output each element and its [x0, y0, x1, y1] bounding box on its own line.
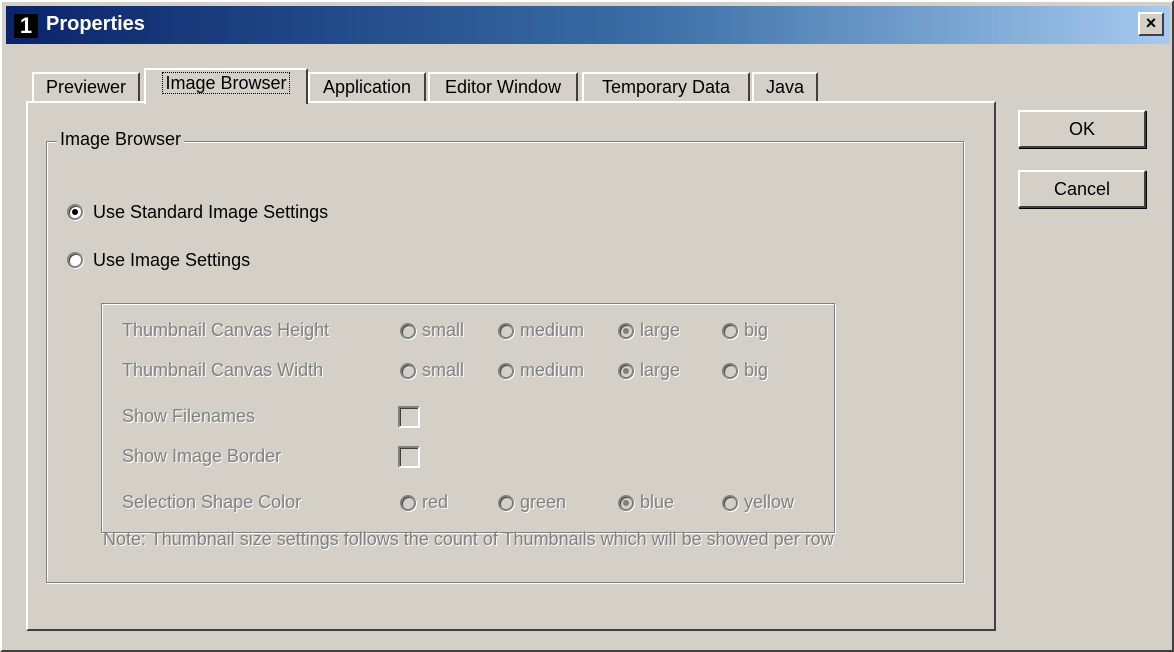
color-blue-radio[interactable]: blue [618, 492, 674, 513]
tab-label: Image Browser [162, 72, 290, 94]
radio-icon[interactable] [498, 322, 514, 339]
radio-icon[interactable] [722, 322, 738, 339]
option-label: medium [520, 320, 585, 340]
tab-label: Previewer [45, 77, 127, 97]
option-label: blue [640, 492, 675, 512]
radio-icon[interactable] [400, 494, 416, 511]
tab-image-browser[interactable]: Image Browser [144, 68, 308, 104]
use-standard-settings-radio[interactable]: Use Standard Image Settings [67, 200, 328, 224]
app-icon: 1 [14, 14, 38, 38]
radio-icon[interactable] [498, 494, 514, 511]
tab-label: Temporary Data [601, 77, 731, 97]
tab-application[interactable]: Application [308, 72, 426, 102]
option-label: yellow [744, 492, 795, 512]
option-label: large [640, 360, 681, 380]
radio-icon[interactable] [722, 362, 738, 379]
note-text: Note: Thumbnail size settings follows th… [103, 529, 834, 549]
show-filenames-checkbox[interactable] [398, 406, 420, 428]
option-label: green [520, 492, 567, 512]
tab-java[interactable]: Java [752, 72, 818, 102]
radio-icon[interactable] [400, 362, 416, 379]
cancel-button[interactable]: Cancel [1018, 170, 1146, 208]
option-label: big [744, 360, 769, 380]
radio-icon[interactable] [67, 252, 83, 268]
width-small-radio[interactable]: small [400, 360, 464, 381]
height-big-radio[interactable]: big [722, 320, 768, 341]
tab-label: Java [765, 77, 805, 97]
tab-editor-window[interactable]: Editor Window [428, 72, 578, 102]
radio-icon[interactable] [618, 322, 634, 339]
show-filenames-label: Show Filenames [122, 406, 256, 426]
radio-icon[interactable] [618, 494, 634, 511]
shape-color-label: Selection Shape Color [122, 492, 302, 512]
height-small-radio[interactable]: small [400, 320, 464, 341]
radio-label: Use Standard Image Settings [93, 201, 329, 222]
option-label: big [744, 320, 769, 340]
width-big-radio[interactable]: big [722, 360, 768, 381]
tab-label: Editor Window [444, 77, 562, 97]
group-legend: Image Browser [57, 129, 185, 150]
tab-label: Application [322, 77, 412, 97]
color-red-radio[interactable]: red [400, 492, 448, 513]
radio-icon[interactable] [618, 362, 634, 379]
tab-previewer[interactable]: Previewer [32, 72, 140, 102]
ok-button[interactable]: OK [1018, 110, 1146, 148]
width-medium-radio[interactable]: medium [498, 360, 584, 381]
show-border-checkbox[interactable] [398, 446, 420, 468]
option-label: red [422, 492, 449, 512]
image-settings-box: Thumbnail Canvas Height small medium lar… [101, 303, 835, 533]
option-label: small [422, 320, 465, 340]
option-label: large [640, 320, 681, 340]
color-yellow-radio[interactable]: yellow [722, 492, 794, 513]
use-image-settings-radio[interactable]: Use Image Settings [67, 248, 250, 272]
radio-icon[interactable] [722, 494, 738, 511]
height-medium-radio[interactable]: medium [498, 320, 584, 341]
radio-icon[interactable] [400, 322, 416, 339]
show-border-label: Show Image Border [122, 446, 282, 466]
title-bar[interactable]: 1 Properties × [6, 6, 1170, 44]
color-green-radio[interactable]: green [498, 492, 566, 513]
option-label: small [422, 360, 465, 380]
radio-icon[interactable] [498, 362, 514, 379]
option-label: medium [520, 360, 585, 380]
height-label: Thumbnail Canvas Height [122, 320, 330, 340]
radio-label: Use Image Settings [93, 249, 251, 270]
height-large-radio[interactable]: large [618, 320, 680, 341]
tab-temporary-data[interactable]: Temporary Data [582, 72, 750, 102]
width-label: Thumbnail Canvas Width [122, 360, 324, 380]
tab-panel: Image Browser Use Standard Image Setting… [26, 101, 996, 631]
window-title: Properties [46, 13, 145, 35]
radio-icon[interactable] [67, 204, 83, 220]
image-browser-group: Image Browser Use Standard Image Setting… [46, 129, 964, 583]
properties-dialog: 1 Properties × Previewer Image Browser A… [0, 0, 1174, 652]
width-large-radio[interactable]: large [618, 360, 680, 381]
close-button[interactable]: × [1138, 12, 1164, 36]
